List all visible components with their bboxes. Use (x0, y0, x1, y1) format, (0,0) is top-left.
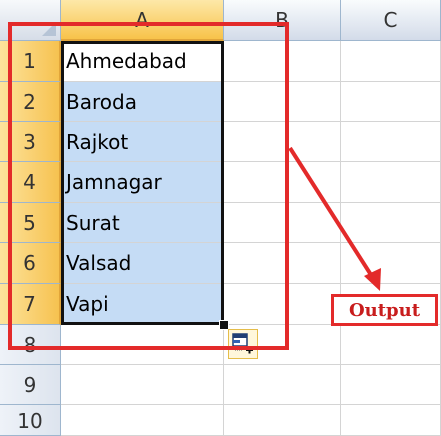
annotation-arrow (288, 146, 381, 291)
spreadsheet: A B C 1 2 3 4 5 6 7 8 9 10 Ahmedabad Bar… (0, 0, 441, 436)
output-label: Output (331, 294, 438, 326)
